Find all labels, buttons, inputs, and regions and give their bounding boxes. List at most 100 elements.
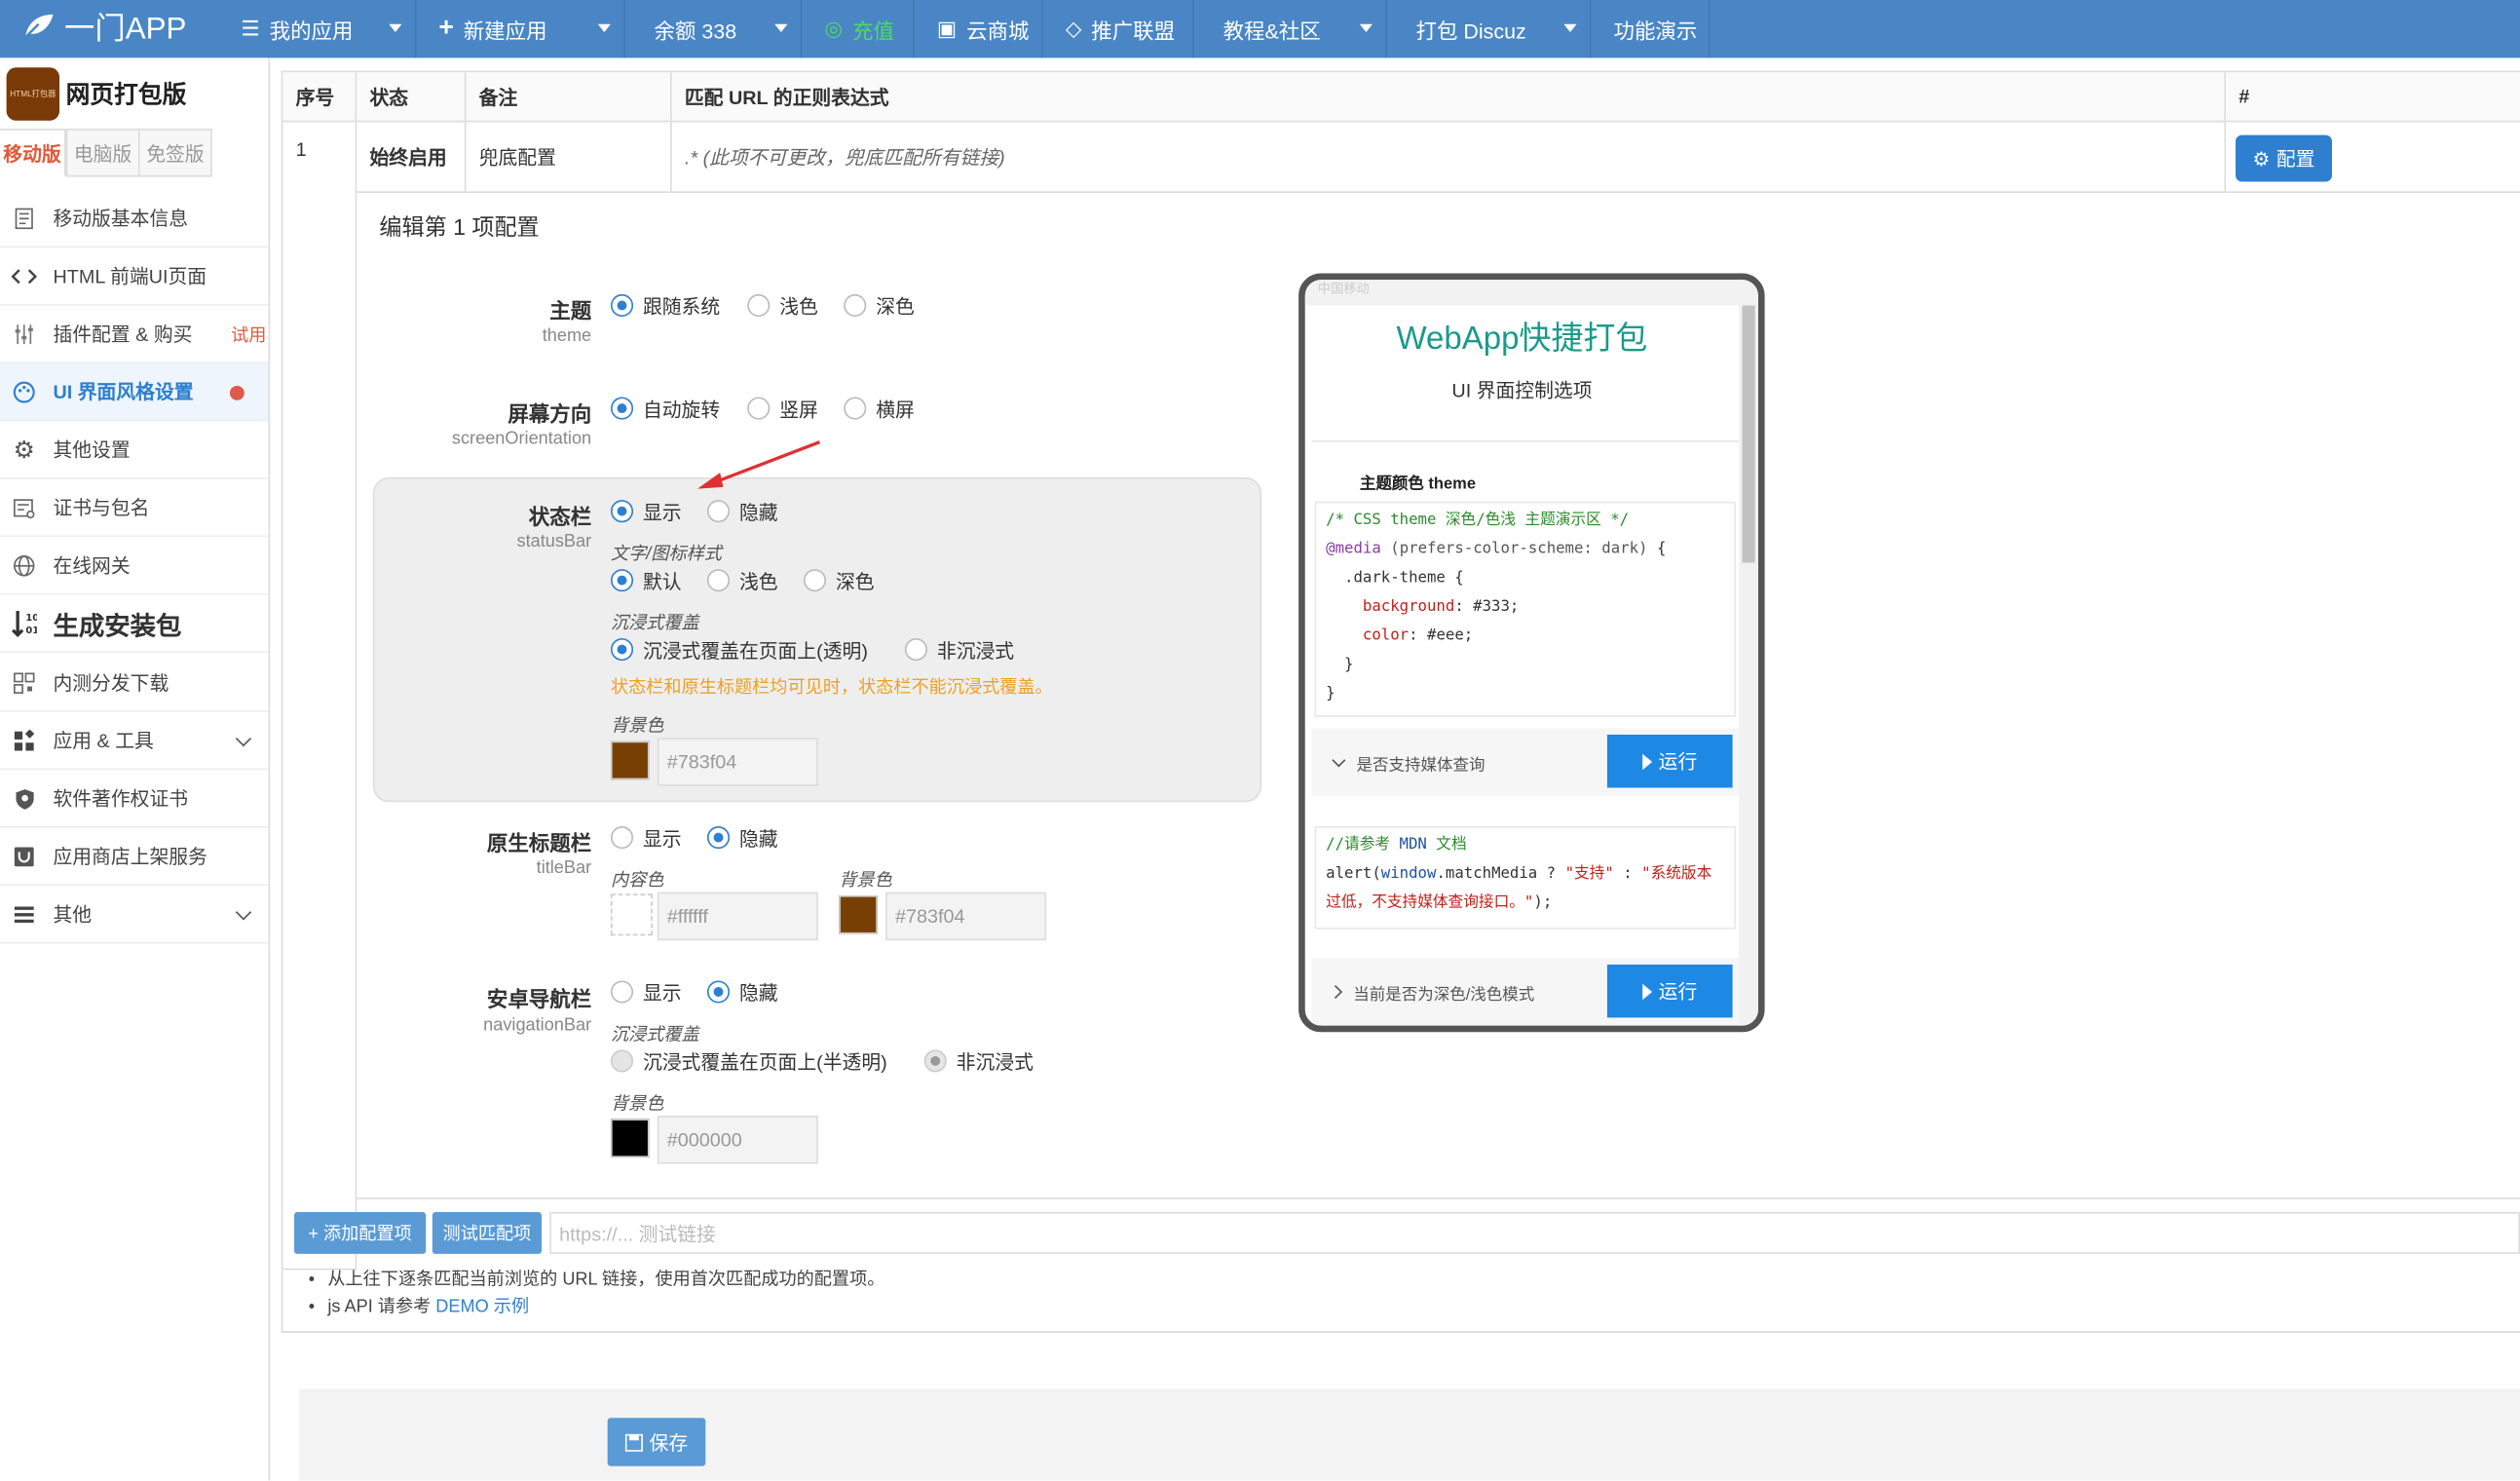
test-url-input[interactable]: https://... 测试链接 <box>549 1212 2520 1254</box>
sidebar-item-ui-style[interactable]: UI 界面风格设置 <box>0 362 269 422</box>
theme-label: 主题 <box>549 298 592 323</box>
radio-label: 深色 <box>835 569 875 592</box>
sidebar-item-certificate[interactable]: 证书与包名 <box>0 479 269 538</box>
save-button-label: 保存 <box>649 1431 689 1455</box>
radio-textstyle-light[interactable]: 浅色 <box>706 567 778 592</box>
test-match-button[interactable]: 测试匹配项 <box>432 1212 543 1254</box>
nav-recharge[interactable]: ◎ 充值 <box>802 0 915 58</box>
nav-tutorials[interactable]: 教程&社区 <box>1194 0 1387 58</box>
run-row-dark-mode: 当前是否为深色/浅色模式 运行 <box>1311 958 1740 1026</box>
sidebar-item-build-package[interactable]: 1001 生成安装包 <box>0 594 269 653</box>
radio-statusbar-hide[interactable]: 隐藏 <box>706 498 778 523</box>
nav-cloud-store[interactable]: ▣ 云商城 <box>915 0 1043 58</box>
nav-new-app[interactable]: + 新建应用 <box>416 0 625 58</box>
recharge-icon: ◎ <box>824 16 844 41</box>
statusbar-color-input[interactable]: #783f04 <box>657 738 818 786</box>
scrollbar-thumb[interactable] <box>1742 305 1755 563</box>
brand-name: 网页打包版 <box>65 82 187 110</box>
nav-label: 我的应用 <box>269 18 354 43</box>
sidebar-item-html-ui[interactable]: HTML 前端UI页面 <box>0 247 269 306</box>
tab-mobile[interactable]: 移动版 <box>0 128 66 177</box>
titlebar-bg-swatch[interactable] <box>839 894 878 934</box>
sidebar-item-apps-tools[interactable]: 应用 & 工具 <box>0 712 269 771</box>
save-icon <box>624 1432 643 1452</box>
radio-label: 显示 <box>642 500 682 524</box>
radio-titlebar-hide[interactable]: 隐藏 <box>706 824 778 850</box>
radio-navbar-hide[interactable]: 隐藏 <box>706 979 778 1005</box>
sidebar-item-store-listing[interactable]: 应用商店上架服务 <box>0 828 269 887</box>
nav-label: 推广联盟 <box>1091 18 1176 43</box>
radio-circle <box>610 397 634 420</box>
radio-navbar-show[interactable]: 显示 <box>610 979 682 1005</box>
radio-label: 浅色 <box>779 294 818 318</box>
titlebar-content-input[interactable]: #ffffff <box>657 892 818 941</box>
radio-circle <box>747 293 771 318</box>
caret-down-icon <box>597 23 611 32</box>
certificate-icon <box>12 494 37 519</box>
nav-demo[interactable]: 功能演示 <box>1591 0 1711 58</box>
radio-statusbar-immersive[interactable]: 沉浸式覆盖在页面上(透明) <box>610 636 868 662</box>
statusbar-color-swatch[interactable] <box>610 740 650 780</box>
col-header-status: 状态 <box>357 72 467 123</box>
sidebar-item-other[interactable]: 其他 <box>0 886 269 944</box>
caret-down-icon <box>1359 23 1373 32</box>
radio-navbar-immersive[interactable]: 沉浸式覆盖在页面上(半透明) <box>610 1048 887 1074</box>
radio-circle <box>747 397 771 420</box>
radio-circle <box>706 500 731 523</box>
radio-label: 隐藏 <box>738 981 778 1005</box>
radio-textstyle-dark[interactable]: 深色 <box>803 567 875 592</box>
run-button[interactable]: 运行 <box>1606 964 1733 1018</box>
phone-scrollbar[interactable] <box>1739 305 1758 1026</box>
radio-orientation-landscape[interactable]: 横屏 <box>844 396 915 421</box>
add-config-button[interactable]: + 添加配置项 <box>293 1212 427 1254</box>
statusbar-bg-label: 背景色 <box>610 716 664 737</box>
sidebar-item-plugins[interactable]: 插件配置 & 购买 试用 <box>0 305 269 363</box>
sidebar-item-other-settings[interactable]: ⚙ 其他设置 <box>0 421 269 479</box>
radio-theme-system[interactable]: 跟随系统 <box>610 292 720 318</box>
radio-navbar-nonimmersive[interactable]: 非沉浸式 <box>923 1048 1034 1074</box>
row-remark: 兜底配置 <box>466 122 672 193</box>
radio-label: 沉浸式覆盖在页面上(半透明) <box>642 1050 887 1074</box>
help-note-js-api: js API 请参考 DEMO 示例 <box>309 1293 529 1318</box>
nav-discuz[interactable]: 打包 Discuz <box>1387 0 1592 58</box>
tab-desktop[interactable]: 电脑版 <box>65 128 140 177</box>
configure-button[interactable]: ⚙ 配置 <box>2236 134 2333 182</box>
demo-link[interactable]: DEMO 示例 <box>435 1297 529 1316</box>
app-logo[interactable]: 一门APP <box>22 0 186 52</box>
radio-statusbar-nonimmersive[interactable]: 非沉浸式 <box>904 636 1014 662</box>
titlebar-content-swatch[interactable] <box>610 893 653 936</box>
sidebar-item-gateway[interactable]: 在线网关 <box>0 537 269 595</box>
nav-affiliate[interactable]: ◇ 推广联盟 <box>1043 0 1194 58</box>
sidebar-item-label: 在线网关 <box>53 554 131 578</box>
titlebar-bg-input[interactable]: #783f04 <box>885 892 1047 941</box>
radio-label: 浅色 <box>738 569 778 592</box>
edit-title: 编辑第 1 项配置 <box>379 213 540 240</box>
sidebar-item-basic-info[interactable]: 移动版基本信息 <box>0 190 269 248</box>
sidebar-item-label: 证书与包名 <box>53 496 150 519</box>
radio-theme-dark[interactable]: 深色 <box>844 292 915 318</box>
nav-my-apps[interactable]: ☰ 我的应用 <box>218 0 417 58</box>
radio-titlebar-show[interactable]: 显示 <box>610 824 682 850</box>
sidebar-item-copyright[interactable]: 软件著作权证书 <box>0 770 269 828</box>
radio-textstyle-default[interactable]: 默认 <box>610 567 682 592</box>
phone-title: WebApp快捷打包 <box>1396 321 1648 358</box>
store-icon: ▣ <box>936 16 958 41</box>
nav-balance[interactable]: 余额 338 <box>625 0 803 58</box>
radio-orientation-portrait[interactable]: 竖屏 <box>747 396 818 421</box>
help-note-match-order: 从上往下逐条匹配当前浏览的 URL 链接，使用首次匹配成功的配置项。 <box>309 1265 884 1290</box>
save-button[interactable]: 保存 <box>607 1418 706 1466</box>
navbar-bg-swatch[interactable] <box>610 1119 650 1158</box>
play-icon <box>1642 982 1653 1000</box>
sidebar-item-beta-download[interactable]: 内测分发下载 <box>0 655 269 712</box>
globe-icon <box>12 552 37 578</box>
run-button[interactable]: 运行 <box>1606 735 1733 788</box>
navbar-bg-input[interactable]: #000000 <box>657 1116 818 1164</box>
radio-theme-light[interactable]: 浅色 <box>747 292 818 318</box>
radio-circle <box>706 980 731 1004</box>
sidebar-item-label: 应用 & 工具 <box>53 730 154 753</box>
radio-orientation-auto[interactable]: 自动旋转 <box>610 396 720 421</box>
tab-nosign[interactable]: 免签版 <box>139 128 212 177</box>
radio-statusbar-show[interactable]: 显示 <box>610 498 682 524</box>
radio-circle <box>923 1049 947 1073</box>
row-index: 1 <box>282 122 357 1271</box>
